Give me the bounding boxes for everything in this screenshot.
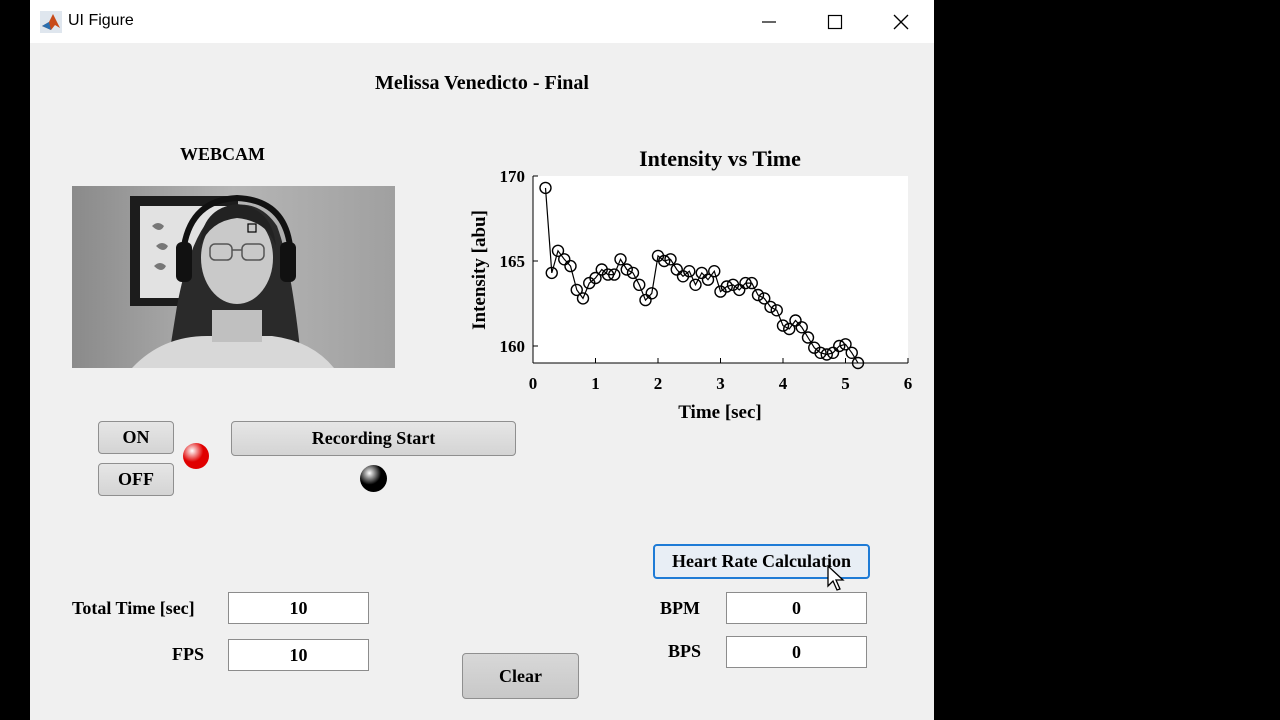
- close-button[interactable]: [868, 0, 934, 43]
- bps-field[interactable]: 0: [726, 636, 867, 668]
- webcam-label: WEBCAM: [180, 144, 265, 164]
- recording-status-lamp: [360, 465, 387, 492]
- intensity-chart: Intensity vs Time Time [sec] Intensity […: [469, 146, 913, 423]
- bpm-label: BPM: [660, 598, 700, 618]
- x-tick-label: 0: [529, 374, 538, 393]
- x-tick-label: 5: [841, 374, 850, 393]
- recording-start-button[interactable]: Recording Start: [231, 421, 516, 456]
- y-tick-label: 160: [500, 337, 526, 356]
- fps-label: FPS: [172, 644, 205, 664]
- total-time-field[interactable]: 10: [228, 592, 369, 624]
- clear-button[interactable]: Clear: [462, 653, 579, 699]
- webcam-image: [72, 186, 395, 368]
- maximize-icon: [827, 14, 843, 29]
- x-axis-label: Time [sec]: [678, 402, 762, 423]
- close-icon: [893, 14, 909, 29]
- y-axis-label: Intensity [abu]: [469, 210, 490, 330]
- plot-area: [533, 176, 908, 363]
- x-tick-label: 1: [591, 374, 600, 393]
- fps-field[interactable]: 10: [228, 639, 369, 671]
- x-tick-label: 6: [904, 374, 913, 393]
- app-title: Melissa Venedicto - Final: [375, 72, 589, 94]
- off-button[interactable]: OFF: [98, 463, 174, 496]
- matlab-icon: [40, 11, 62, 33]
- chart-title: Intensity vs Time: [639, 146, 801, 171]
- x-tick-label: 4: [779, 374, 788, 393]
- x-tick-label: 2: [654, 374, 663, 393]
- power-status-lamp: [183, 443, 209, 469]
- y-tick-label: 170: [500, 167, 526, 186]
- x-tick-label: 3: [716, 374, 725, 393]
- title-bar: UI Figure: [30, 0, 934, 43]
- webcam-view: [72, 186, 395, 368]
- window-title: UI Figure: [68, 12, 134, 29]
- bps-label: BPS: [668, 641, 702, 661]
- y-tick-label: 165: [500, 252, 526, 271]
- minimize-button[interactable]: [736, 0, 802, 43]
- on-button[interactable]: ON: [98, 421, 174, 454]
- minimize-icon: [762, 20, 776, 23]
- ui-figure-window: UI Figure Melissa Venedicto - Final WEBC…: [30, 0, 934, 720]
- mouse-cursor-icon: [827, 565, 845, 591]
- maximize-button[interactable]: [802, 0, 868, 43]
- total-time-label: Total Time [sec]: [72, 598, 195, 618]
- bpm-field[interactable]: 0: [726, 592, 867, 624]
